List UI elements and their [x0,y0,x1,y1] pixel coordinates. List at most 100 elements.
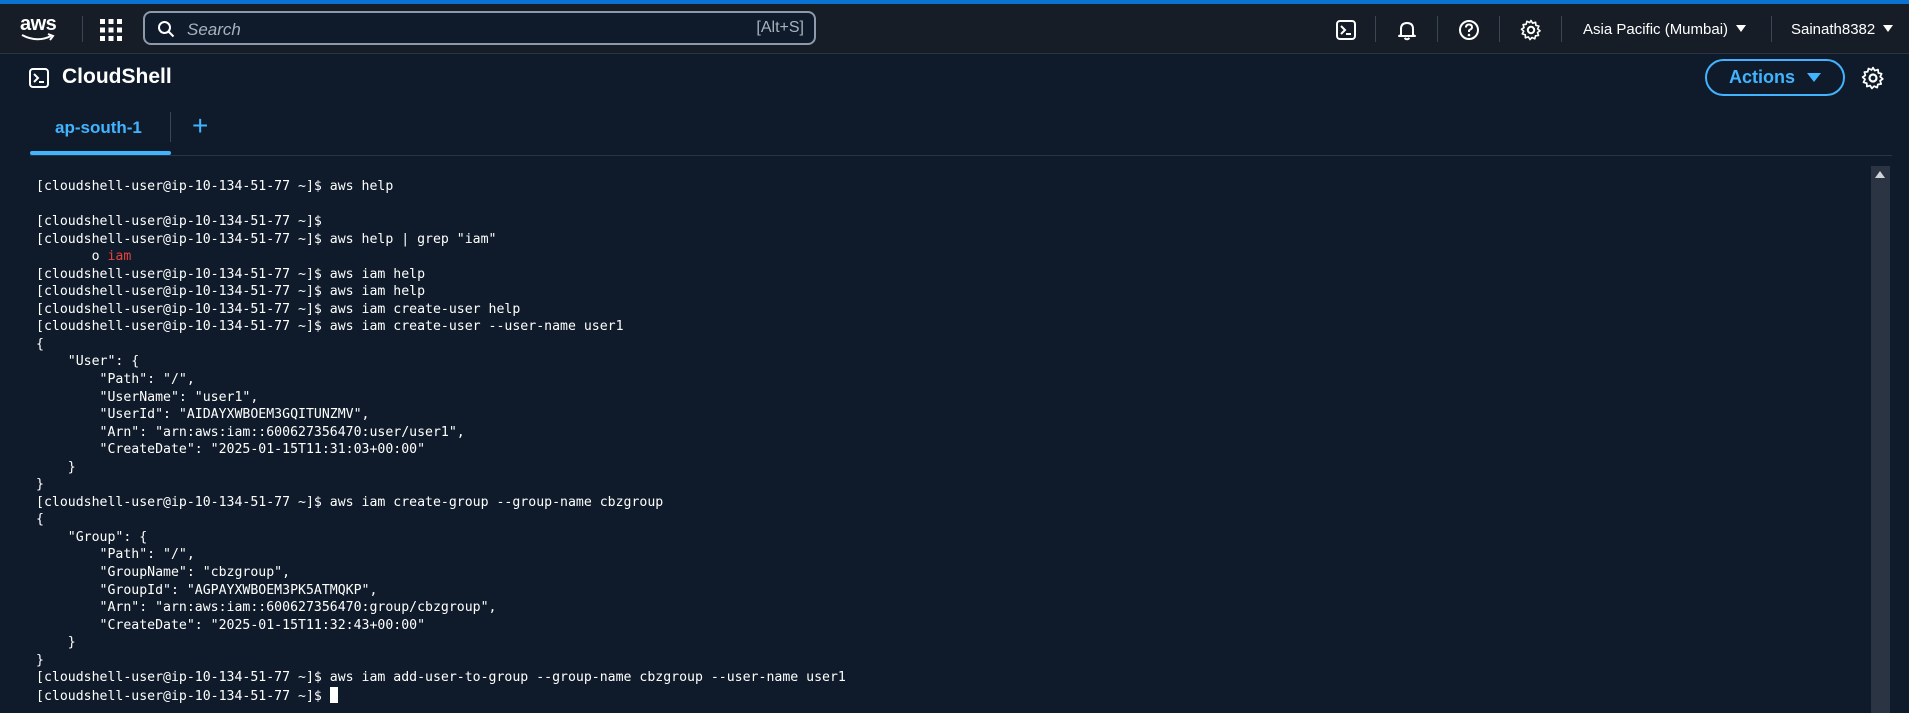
terminal-line: } [36,634,846,652]
terminal-line-text: [cloudshell-user@ip-10-134-51-77 ~]$ aws… [36,179,394,194]
services-grid-icon[interactable] [99,18,123,42]
terminal-line: "Path": "/", [36,546,846,564]
header-divider [30,155,1892,156]
grep-match-highlight: iam [107,249,132,265]
nav-divider [1499,16,1500,42]
scroll-up-arrow-icon[interactable] [1875,171,1885,178]
terminal-line-text: "Arn": "arn:aws:iam::600627356470:group/… [36,600,497,616]
terminal-line-text: "Arn": "arn:aws:iam::600627356470:user/u… [36,424,465,440]
nav-divider [82,16,83,42]
terminal-lines: [cloudshell-user@ip-10-134-51-77 ~]$ aws… [36,178,846,704]
terminal-line: { [36,336,846,354]
terminal-line: [cloudshell-user@ip-10-134-51-77 ~]$ aws… [36,318,846,336]
search-box[interactable]: [Alt+S] [143,11,816,45]
terminal-line: "Path": "/", [36,371,846,389]
nav-divider [1375,16,1376,42]
actions-button[interactable]: Actions [1705,59,1845,96]
terminal-line-text: } [36,635,76,651]
region-selector[interactable]: Asia Pacific (Mumbai) [1583,21,1747,38]
search-icon [158,21,175,38]
terminal-line: } [36,459,846,477]
add-tab-button[interactable]: + [192,112,208,140]
search-input[interactable] [185,18,669,42]
page-title: CloudShell [62,65,172,88]
aws-logo[interactable]: aws [20,14,64,44]
terminal-line-text: } [36,477,44,493]
tab-ap-south-1[interactable]: ap-south-1 [55,118,142,138]
terminal-line: [cloudshell-user@ip-10-134-51-77 ~]$ aws… [36,494,846,512]
terminal-line: [cloudshell-user@ip-10-134-51-77 ~]$ aws… [36,669,846,687]
nav-divider [1771,16,1772,42]
terminal-line-text: [cloudshell-user@ip-10-134-51-77 ~]$ aws… [36,284,426,300]
terminal-line: "Group": { [36,529,846,547]
terminal-line-text: [cloudshell-user@ip-10-134-51-77 ~]$ aws… [36,231,497,247]
aws-logo-text: aws [20,13,57,35]
terminal-line-text: "CreateDate": "2025-01-15T11:32:43+00:00… [36,617,426,633]
terminal-line-text: "UserId": "AIDAYXWBOEM3GQITUNZMV", [36,407,370,423]
terminal-line: "User": { [36,353,846,371]
terminal-line-text: "CreateDate": "2025-01-15T11:31:03+00:00… [36,442,426,458]
terminal-cursor [329,686,338,703]
terminal-line: "GroupId": "AGPAYXWBOEM3PK5ATMQKP", [36,582,846,600]
settings-gear-icon[interactable] [1861,66,1885,90]
terminal-line-text: [cloudshell-user@ip-10-134-51-77 ~]$ aws… [36,301,521,317]
region-label: Asia Pacific (Mumbai) [1583,21,1729,38]
terminal-line-text: "GroupName": "cbzgroup", [36,565,291,581]
terminal-line-text: { [36,336,44,352]
terminal-output[interactable]: [cloudshell-user@ip-10-134-51-77 ~]$ aws… [30,166,1870,713]
terminal-line: [cloudshell-user@ip-10-134-51-77 ~]$ [36,686,846,705]
terminal-line: [cloudshell-user@ip-10-134-51-77 ~]$ aws… [36,231,846,249]
terminal-line: [cloudshell-user@ip-10-134-51-77 ~]$ aws… [36,266,846,284]
terminal-line-text: { [36,512,44,528]
terminal-line: [cloudshell-user@ip-10-134-51-77 ~]$ aws… [36,178,846,196]
terminal-line-text: } [36,652,44,668]
terminal-line-text: o [36,249,108,265]
terminal-line-text: [cloudshell-user@ip-10-134-51-77 ~]$ aws… [36,266,426,282]
terminal-line: } [36,476,846,494]
terminal-line: "CreateDate": "2025-01-15T11:32:43+00:00… [36,617,846,635]
terminal-line: "GroupName": "cbzgroup", [36,564,846,582]
terminal-line-text: "Group": { [36,529,148,545]
terminal-line: [cloudshell-user@ip-10-134-51-77 ~]$ aws… [36,301,846,319]
chevron-down-icon [1883,25,1894,32]
terminal-line: } [36,652,846,670]
cloudshell-icon [29,68,49,88]
terminal-line-text: "Path": "/", [36,372,195,388]
terminal-line-text: } [36,459,76,475]
nav-divider [1437,16,1438,42]
user-label: Sainath8382 [1791,21,1876,38]
tab-divider [170,112,171,142]
chevron-down-icon [1736,25,1747,32]
cloudshell-header: CloudShell Actions ap-south-1 + [0,54,1909,158]
top-navbar: aws [Alt+S] [0,4,1909,54]
terminal-line: "UserId": "AIDAYXWBOEM3GQITUNZMV", [36,406,846,424]
terminal-line: "UserName": "user1", [36,389,846,407]
search-shortcut-hint: [Alt+S] [756,19,804,36]
terminal-line: { [36,511,846,529]
help-icon[interactable] [1458,19,1480,41]
terminal-line-text: [cloudshell-user@ip-10-134-51-77 ~]$ aws… [36,319,624,335]
terminal-line-text: [cloudshell-user@ip-10-134-51-77 ~]$ [36,688,330,704]
terminal-scrollbar[interactable] [1871,166,1890,713]
terminal-line: "Arn": "arn:aws:iam::600627356470:group/… [36,599,846,617]
terminal-line: "Arn": "arn:aws:iam::600627356470:user/u… [36,424,846,442]
terminal-line-text: [cloudshell-user@ip-10-134-51-77 ~]$ [36,214,322,230]
terminal-line-text: "Path": "/", [36,547,195,563]
terminal-line: [cloudshell-user@ip-10-134-51-77 ~]$ [36,213,846,231]
terminal-line-text: "User": { [36,354,140,370]
bell-icon[interactable] [1396,19,1418,41]
terminal-line-text: "UserName": "user1", [36,389,259,405]
actions-label: Actions [1728,67,1795,87]
terminal-line: o iam [36,248,846,266]
terminal-line-text: "GroupId": "AGPAYXWBOEM3PK5ATMQKP", [36,582,378,598]
nav-divider [1561,16,1562,42]
caret-down-icon [1807,73,1821,82]
cloudshell-icon[interactable] [1335,19,1357,41]
terminal-line: "CreateDate": "2025-01-15T11:31:03+00:00… [36,441,846,459]
user-menu[interactable]: Sainath8382 [1791,21,1894,38]
gear-icon[interactable] [1520,19,1542,41]
aws-smile-icon [21,33,55,41]
terminal-line: [cloudshell-user@ip-10-134-51-77 ~]$ aws… [36,283,846,301]
terminal-line-text: [cloudshell-user@ip-10-134-51-77 ~]$ aws… [36,494,664,510]
